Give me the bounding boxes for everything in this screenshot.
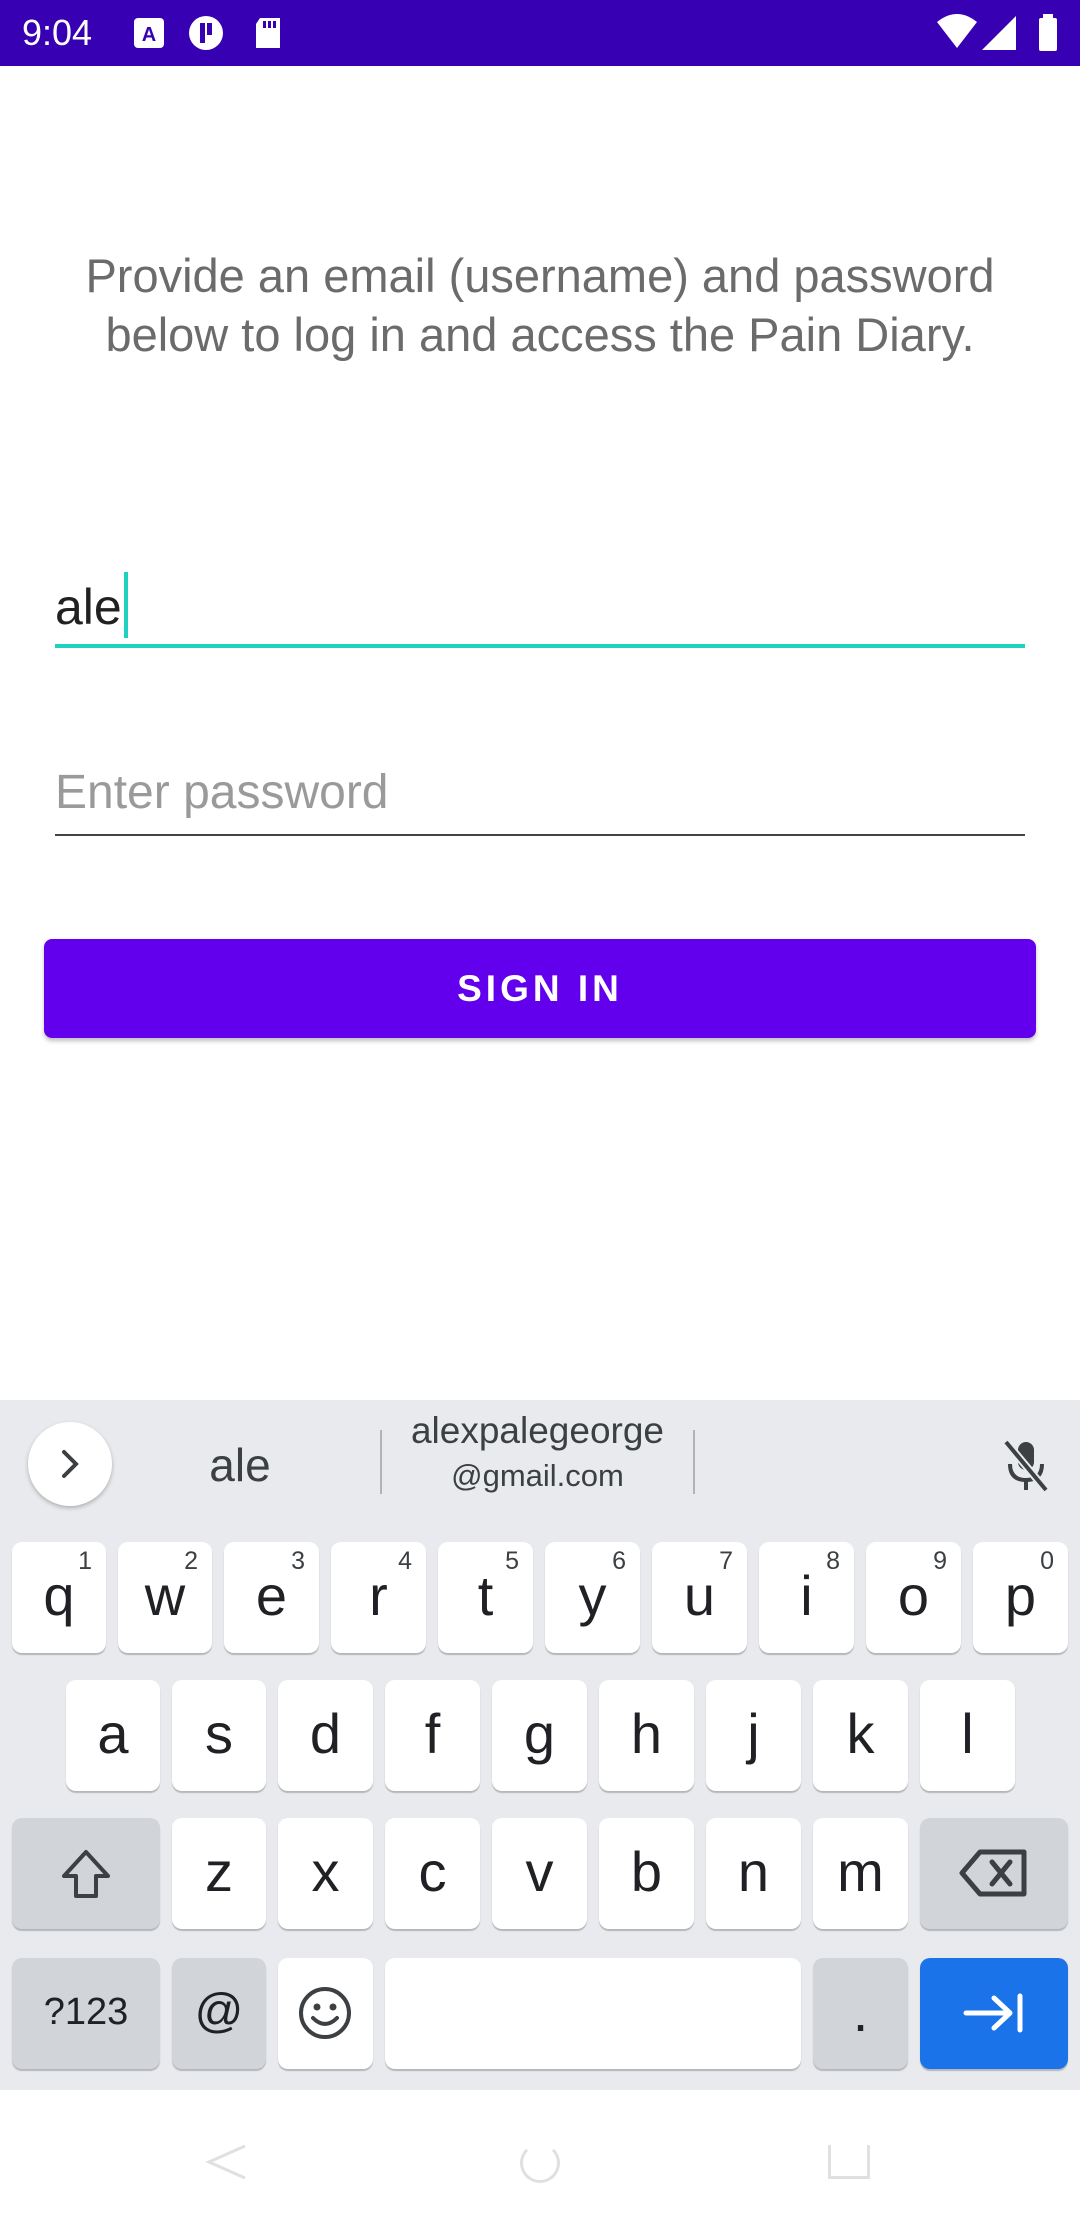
key-r[interactable]: r4 [331,1542,426,1653]
key-c[interactable]: c [385,1818,480,1929]
key-b[interactable]: b [599,1818,694,1929]
password-input[interactable] [55,750,1025,834]
suggestion-email[interactable]: alexpalegeorge @gmail.com [385,1408,690,1498]
suggestion-bar: ale alexpalegeorge @gmail.com [0,1400,1080,1530]
status-time: 9:04 [22,12,93,53]
keyboard-a-icon: A [130,14,168,52]
key-z[interactable]: z [172,1818,266,1929]
sync-p-icon [187,14,225,52]
text-cursor [123,572,128,638]
key-w[interactable]: w2 [118,1542,212,1653]
password-field[interactable] [55,750,1025,836]
suggestion-ale[interactable]: ale [150,1438,330,1492]
login-instructions: Provide an email (username) and password… [85,249,995,361]
key-u[interactable]: u7 [652,1542,747,1653]
key-y[interactable]: y6 [545,1542,640,1653]
key-p[interactable]: p0 [973,1542,1068,1653]
key-t[interactable]: t5 [438,1542,533,1653]
key-q[interactable]: q1 [12,1542,106,1653]
key-a[interactable]: a [66,1680,160,1791]
email-input-value[interactable]: ale [55,572,128,638]
soft-keyboard: ale alexpalegeorge @gmail.com q1 w2 e3 r… [0,1400,1080,2090]
home-icon[interactable] [520,2143,560,2183]
suggestion-divider [693,1430,695,1494]
email-field[interactable]: ale [55,560,1025,648]
suggestion-expand-button[interactable] [28,1422,112,1506]
suggestion-divider [380,1430,382,1494]
symbols-key[interactable]: ?123 [12,1958,160,2069]
chevron-right-icon [62,1450,79,1478]
wifi-icon [935,12,979,54]
backspace-key[interactable] [920,1818,1068,1929]
back-icon[interactable] [205,2142,249,2180]
backspace-icon [959,1849,1027,1897]
space-key[interactable] [385,1958,801,2069]
key-e[interactable]: e3 [224,1542,319,1653]
key-g[interactable]: g [492,1680,587,1791]
key-x[interactable]: x [278,1818,373,1929]
emoji-key[interactable] [278,1958,373,2069]
arrow-to-right-icon [963,1993,1023,2033]
signal-icon [980,12,1020,54]
key-f[interactable]: f [385,1680,480,1791]
key-n[interactable]: n [706,1818,801,1929]
key-m[interactable]: m [813,1818,908,1929]
next-field-key[interactable] [920,1958,1068,2069]
suggestion-email-user: alexpalegeorge [410,1410,665,1451]
key-o[interactable]: o9 [866,1542,961,1653]
sign-in-button[interactable]: SIGN IN [44,939,1036,1038]
key-k[interactable]: k [813,1680,908,1791]
key-j[interactable]: j [706,1680,801,1791]
key-i[interactable]: i8 [759,1542,854,1653]
key-s[interactable]: s [172,1680,266,1791]
key-d[interactable]: d [278,1680,373,1791]
at-key[interactable]: @ [172,1958,266,2069]
login-screen: 9:04 A Provide an email (username) and p… [0,0,1080,2220]
svg-text:A: A [142,24,156,46]
recents-icon[interactable] [828,2145,870,2179]
suggestion-email-domain: @gmail.com [451,1458,624,1493]
key-l[interactable]: l [920,1680,1015,1791]
key-v[interactable]: v [492,1818,587,1929]
period-key[interactable]: . [813,1958,908,2069]
battery-icon [1036,12,1060,54]
key-h[interactable]: h [599,1680,694,1791]
sd-card-icon [250,14,288,52]
shift-key[interactable] [12,1818,160,1929]
mic-off-icon[interactable] [1000,1436,1052,1496]
status-bar: 9:04 A [0,0,1080,66]
email-text: ale [55,579,122,635]
shift-arrow-icon [62,1850,110,1898]
smiley-icon [299,1987,351,2039]
